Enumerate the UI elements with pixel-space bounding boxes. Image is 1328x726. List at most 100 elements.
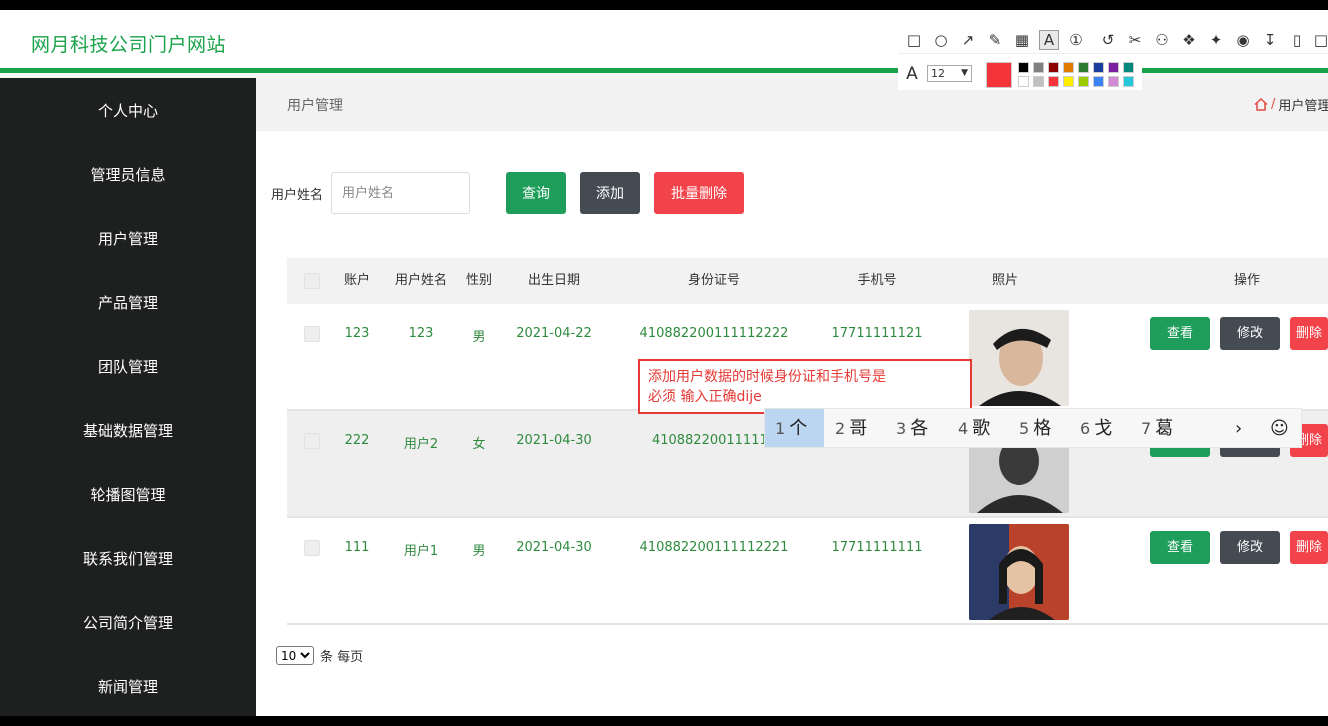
share-icon[interactable]: □ xyxy=(1311,30,1328,50)
color-swatch-lime[interactable] xyxy=(1078,76,1089,87)
pen-tool-icon[interactable]: ✎ xyxy=(985,30,1005,50)
color-swatch-yellow[interactable] xyxy=(1063,76,1074,87)
sidebar-item-news[interactable]: 新闻管理 xyxy=(0,654,256,716)
cell-name: 123 xyxy=(408,326,434,341)
ellipse-tool-icon[interactable]: ○ xyxy=(931,30,951,50)
sidebar: 个人中心 管理员信息 用户管理 产品管理 团队管理 基础数据管理 轮播图管理 联… xyxy=(0,78,256,716)
cell-account: 222 xyxy=(344,433,370,448)
cell-gender: 男 xyxy=(472,330,486,345)
edit-button[interactable]: 修改 xyxy=(1220,531,1280,564)
color-swatch-silver[interactable] xyxy=(1033,76,1044,87)
cell-birth: 2021-04-30 xyxy=(516,540,592,555)
sidebar-item-carousel[interactable]: 轮播图管理 xyxy=(0,462,256,526)
cut-icon[interactable]: ✂ xyxy=(1125,30,1145,50)
sidebar-item-contact-us[interactable]: 联系我们管理 xyxy=(0,526,256,590)
annotation-style-bar: A 12 ▼ xyxy=(898,56,1142,90)
user-photo xyxy=(969,310,1069,406)
sidebar-item-admin-info[interactable]: 管理员信息 xyxy=(0,142,256,206)
ime-candidate[interactable]: 1个 xyxy=(775,409,807,449)
color-swatch-teal[interactable] xyxy=(1123,62,1134,73)
breadcrumb: / 用户管理 xyxy=(1254,95,1328,114)
site-brand[interactable]: 网月科技公司门户网站 xyxy=(31,30,226,57)
font-size-select[interactable]: 12 ▼ xyxy=(927,65,972,82)
color-swatch-purple[interactable] xyxy=(1108,62,1119,73)
pin-icon[interactable]: ✦ xyxy=(1206,30,1226,50)
cell-phone: 17711111111 xyxy=(831,540,923,555)
row-checkbox[interactable] xyxy=(304,540,320,556)
color-swatch-cyan[interactable] xyxy=(1123,76,1134,87)
copy-icon[interactable]: ▯ xyxy=(1287,30,1307,50)
cell-id-card: 410882200111112221 xyxy=(639,540,789,555)
breadcrumb-bar: 用户管理 / 用户管理 xyxy=(256,78,1328,131)
page-size-unit: 条 每页 xyxy=(320,650,364,665)
color-swatch-black[interactable] xyxy=(1018,62,1029,73)
arrow-tool-icon[interactable]: ↗ xyxy=(958,30,978,50)
sidebar-item-base-data[interactable]: 基础数据管理 xyxy=(0,398,256,462)
mosaic-tool-icon[interactable]: ▦ xyxy=(1012,30,1032,50)
pagination: 10 条 每页 xyxy=(276,646,363,665)
home-icon[interactable] xyxy=(1254,98,1268,111)
sequence-tool-icon[interactable]: ① xyxy=(1066,30,1086,50)
sidebar-item-team-management[interactable]: 团队管理 xyxy=(0,334,256,398)
view-button[interactable]: 查看 xyxy=(1150,531,1210,564)
color-swatch-white[interactable] xyxy=(1018,76,1029,87)
column-header-account: 账户 xyxy=(343,273,370,288)
user-photo xyxy=(969,524,1069,620)
column-header-id-card: 身份证号 xyxy=(687,273,740,288)
download-icon[interactable]: ↧ xyxy=(1260,30,1280,50)
ime-candidate[interactable]: 4歌 xyxy=(958,409,990,449)
column-header-photo: 照片 xyxy=(991,273,1018,288)
annotation-text[interactable]: 添加用户数据的时候身份证和手机号是 必须 输入正确dije xyxy=(648,367,966,407)
translate-icon[interactable]: ❖ xyxy=(1179,30,1199,50)
sidebar-item-product-management[interactable]: 产品管理 xyxy=(0,270,256,334)
color-swatch-green[interactable] xyxy=(1078,62,1089,73)
add-button[interactable]: 添加 xyxy=(580,172,640,214)
ocr-icon[interactable]: ⚇ xyxy=(1152,30,1172,50)
cell-name: 用户1 xyxy=(403,544,439,559)
record-icon[interactable]: ◉ xyxy=(1233,30,1253,50)
sidebar-item-company-intro[interactable]: 公司简介管理 xyxy=(0,590,256,654)
color-swatch-blue[interactable] xyxy=(1093,62,1104,73)
sidebar-item-personal-center[interactable]: 个人中心 xyxy=(0,78,256,142)
column-header-gender: 性别 xyxy=(465,273,492,288)
app-window: 网月科技公司门户网站 个人中心 管理员信息 用户管理 产品管理 团队管理 基础数… xyxy=(0,10,1328,716)
rectangle-tool-icon[interactable]: □ xyxy=(904,30,924,50)
font-icon: A xyxy=(906,64,918,84)
cell-account: 123 xyxy=(344,326,370,341)
delete-button[interactable]: 删除 xyxy=(1290,531,1328,564)
ime-candidate[interactable]: 3各 xyxy=(896,409,928,449)
color-swatch-orange[interactable] xyxy=(1063,62,1074,73)
color-swatch-red[interactable] xyxy=(1048,76,1059,87)
sidebar-item-user-management[interactable]: 用户管理 xyxy=(0,206,256,270)
page-size-select[interactable]: 10 xyxy=(276,646,314,665)
chevron-down-icon: ▼ xyxy=(961,68,968,78)
color-swatch-gray[interactable] xyxy=(1033,62,1044,73)
query-button[interactable]: 查询 xyxy=(506,172,566,214)
undo-icon[interactable]: ↺ xyxy=(1098,30,1118,50)
row-checkbox[interactable] xyxy=(304,326,320,342)
ime-next-page-icon[interactable]: › xyxy=(1235,409,1242,449)
page-title: 用户管理 xyxy=(287,98,343,114)
color-swatch-darkred[interactable] xyxy=(1048,62,1059,73)
annotation-text-line: 必须 输入正确dije xyxy=(648,389,762,405)
edit-button[interactable]: 修改 xyxy=(1220,317,1280,350)
cell-birth: 2021-04-30 xyxy=(516,433,592,448)
batch-delete-button[interactable]: 批量删除 xyxy=(654,172,744,214)
select-all-checkbox[interactable] xyxy=(304,273,320,289)
search-name-input[interactable] xyxy=(331,172,470,214)
ime-candidate[interactable]: 5格 xyxy=(1019,409,1051,449)
current-color-swatch[interactable] xyxy=(986,62,1012,88)
annotation-text-box[interactable]: 添加用户数据的时候身份证和手机号是 必须 输入正确dije xyxy=(638,359,972,414)
delete-button[interactable]: 删除 xyxy=(1290,317,1328,350)
color-swatch-lightblue[interactable] xyxy=(1093,76,1104,87)
view-button[interactable]: 查看 xyxy=(1150,317,1210,350)
text-tool-icon[interactable]: A xyxy=(1039,30,1059,50)
ime-candidate[interactable]: 6戈 xyxy=(1080,409,1112,449)
column-header-birth: 出生日期 xyxy=(527,273,580,288)
ime-emoji-icon[interactable]: ☺ xyxy=(1270,409,1289,449)
ime-candidate[interactable]: 7葛 xyxy=(1141,409,1173,449)
color-swatch-pink[interactable] xyxy=(1108,76,1119,87)
row-checkbox[interactable] xyxy=(304,433,320,449)
column-header-phone: 手机号 xyxy=(857,273,897,288)
ime-candidate[interactable]: 2哥 xyxy=(835,409,867,449)
